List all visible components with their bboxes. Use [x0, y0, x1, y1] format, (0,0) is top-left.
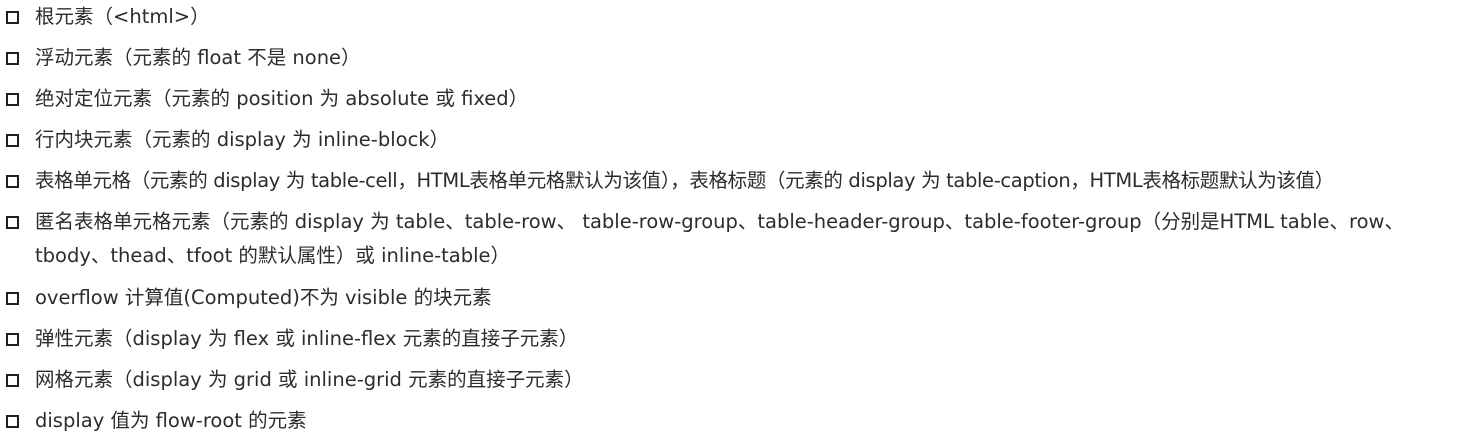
- list-item: 表格单元格（元素的 display 为 table-cell，HTML表格单元格…: [6, 164, 1469, 198]
- list-item-text: 绝对定位元素（元素的 position 为 absolute 或 fixed）: [35, 87, 529, 111]
- list-item: 根元素（<html>）: [6, 0, 1469, 34]
- square-bullet-icon: [6, 134, 19, 148]
- square-bullet-icon: [6, 175, 19, 189]
- list-item-text: overflow 计算值(Computed)不为 visible 的块元素: [35, 285, 492, 309]
- list-item: 行内块元素（元素的 display 为 inline-block）: [6, 123, 1469, 157]
- square-bullet-icon: [6, 332, 19, 346]
- list-item: overflow 计算值(Computed)不为 visible 的块元素: [6, 281, 1469, 315]
- list-item-text: 浮动元素（元素的 float 不是 none）: [35, 46, 361, 70]
- list-item-text: 弹性元素（display 为 flex 或 inline-flex 元素的直接子…: [35, 326, 579, 350]
- list-item: 匿名表格单元格元素（元素的 display 为 table、table-row、…: [6, 205, 1469, 273]
- square-bullet-icon: [6, 11, 19, 24]
- list-item: 绝对定位元素（元素的 position 为 absolute 或 fixed）: [6, 82, 1469, 116]
- list-item-text: 表格单元格（元素的 display 为 table-cell，HTML表格单元格…: [35, 169, 1334, 193]
- square-bullet-icon: [6, 93, 19, 107]
- list-item: 网格元素（display 为 grid 或 inline-grid 元素的直接子…: [6, 363, 1469, 397]
- square-bullet-icon: [6, 373, 19, 387]
- list-item-text: 根元素（<html>）: [35, 5, 210, 28]
- square-bullet-icon: [6, 414, 19, 428]
- square-bullet-icon: [6, 291, 19, 305]
- list-item-text: 行内块元素（元素的 display 为 inline-block）: [35, 128, 450, 152]
- square-bullet-icon: [6, 52, 19, 66]
- bullet-list: 根元素（<html>） 浮动元素（元素的 float 不是 none） 绝对定位…: [6, 0, 1469, 438]
- list-item-text: 网格元素（display 为 grid 或 inline-grid 元素的直接子…: [35, 367, 584, 391]
- list-item: 弹性元素（display 为 flex 或 inline-flex 元素的直接子…: [6, 322, 1469, 356]
- list-item-text: 匿名表格单元格元素（元素的 display 为 table、table-row、…: [35, 210, 1404, 268]
- list-item: 浮动元素（元素的 float 不是 none）: [6, 41, 1469, 75]
- list-item-text: display 值为 flow-root 的元素: [35, 408, 307, 432]
- list-item: display 值为 flow-root 的元素: [6, 404, 1469, 438]
- square-bullet-icon: [6, 216, 19, 230]
